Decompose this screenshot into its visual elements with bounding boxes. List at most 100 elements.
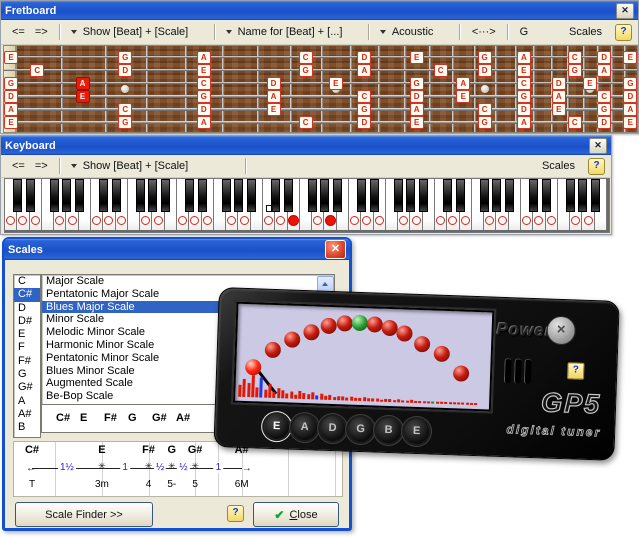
keyboard-titlebar[interactable]: Keyboard ✕ xyxy=(1,136,611,155)
black-key[interactable] xyxy=(578,179,587,212)
fret-note-marker[interactable]: D xyxy=(357,51,371,64)
black-key[interactable] xyxy=(50,179,59,212)
fret-note-marker[interactable]: C xyxy=(597,90,611,103)
fret-note-marker[interactable]: E xyxy=(267,103,281,116)
piano-keyboard[interactable] xyxy=(4,178,610,233)
fret-note-marker[interactable]: G xyxy=(517,90,531,103)
black-key[interactable] xyxy=(480,179,489,212)
root-note-item[interactable]: A# xyxy=(14,408,40,421)
root-note-item[interactable]: D# xyxy=(14,315,40,328)
fret-note-marker[interactable]: A xyxy=(517,116,531,129)
fret-note-marker[interactable]: E xyxy=(456,90,470,103)
fret-note-marker[interactable]: D xyxy=(357,116,371,129)
black-key[interactable] xyxy=(406,179,415,212)
fret-note-marker[interactable]: G xyxy=(478,51,492,64)
close-icon[interactable]: ✕ xyxy=(325,240,346,259)
fret-note-marker[interactable]: G xyxy=(410,77,424,90)
help-icon[interactable]: ? xyxy=(588,158,605,175)
fret-note-marker[interactable]: A xyxy=(197,51,211,64)
black-key[interactable] xyxy=(222,179,231,212)
span-button[interactable]: <···> xyxy=(467,24,501,40)
fret-note-marker[interactable]: D xyxy=(623,90,637,103)
black-key[interactable] xyxy=(542,179,551,212)
fret-note-marker[interactable]: E xyxy=(76,90,90,103)
black-key[interactable] xyxy=(136,179,145,212)
root-note-item[interactable]: F xyxy=(14,341,40,354)
fret-note-marker[interactable]: G xyxy=(357,103,371,116)
help-icon[interactable]: ? xyxy=(615,24,632,41)
root-note-item[interactable]: B xyxy=(14,421,40,434)
black-key[interactable] xyxy=(333,179,342,212)
fret-note-marker[interactable]: D xyxy=(478,64,492,77)
fret-note-marker[interactable]: C xyxy=(30,64,44,77)
fret-note-marker[interactable]: D xyxy=(410,90,424,103)
close-icon[interactable]: ✕ xyxy=(616,3,634,19)
fret-note-marker[interactable]: G xyxy=(478,116,492,129)
root-note-item[interactable]: C# xyxy=(14,288,40,301)
instrument-dropdown[interactable]: Acoustic xyxy=(376,24,438,40)
root-note-item[interactable]: E xyxy=(14,328,40,341)
fret-note-marker[interactable]: A xyxy=(410,103,424,116)
fret-note-marker[interactable]: E xyxy=(583,77,597,90)
black-key[interactable] xyxy=(13,179,22,212)
black-key[interactable] xyxy=(529,179,538,212)
fret-note-marker[interactable]: E xyxy=(517,64,531,77)
open-note-marker[interactable]: D xyxy=(4,90,18,103)
black-key[interactable] xyxy=(505,179,514,212)
black-key[interactable] xyxy=(394,179,403,212)
black-key[interactable] xyxy=(566,179,575,212)
black-key[interactable] xyxy=(185,179,194,212)
close-button[interactable]: ✔Close xyxy=(253,502,339,527)
scale-finder-button[interactable]: Scale Finder >> xyxy=(15,502,153,527)
fret-note-marker[interactable]: D xyxy=(597,116,611,129)
fret-note-marker[interactable]: C xyxy=(568,116,582,129)
black-key[interactable] xyxy=(591,179,600,212)
open-note-marker[interactable]: A xyxy=(4,103,18,116)
black-key[interactable] xyxy=(26,179,35,212)
close-icon[interactable]: ✕ xyxy=(589,138,607,154)
fret-note-marker[interactable]: D xyxy=(197,103,211,116)
tuner-string-button[interactable]: G xyxy=(348,417,374,443)
fret-note-marker[interactable]: C xyxy=(434,64,448,77)
fret-note-marker[interactable]: E xyxy=(410,51,424,64)
fret-note-marker[interactable]: C xyxy=(517,77,531,90)
close-icon[interactable]: × xyxy=(546,315,576,345)
fret-note-marker[interactable]: E xyxy=(329,77,343,90)
tuner-string-button[interactable]: A xyxy=(292,415,318,441)
scales-titlebar[interactable]: Scales ✕ xyxy=(4,239,350,260)
root-note-item[interactable]: C xyxy=(14,275,40,288)
fretboard-titlebar[interactable]: Fretboard ✕ xyxy=(1,1,638,20)
fret-note-marker[interactable]: D xyxy=(597,51,611,64)
fret-note-marker[interactable]: A xyxy=(197,116,211,129)
fret-note-marker[interactable]: A xyxy=(76,77,90,90)
fret-note-marker[interactable]: G xyxy=(623,77,637,90)
black-key[interactable] xyxy=(75,179,84,212)
tuner-string-button[interactable]: B xyxy=(376,418,402,444)
next-beat-button[interactable]: => xyxy=(30,24,53,40)
root-note-list[interactable]: CC#DD#EFF#GG#AA#B xyxy=(13,274,41,438)
fret-note-marker[interactable]: G xyxy=(299,64,313,77)
black-key[interactable] xyxy=(247,179,256,212)
root-note-item[interactable]: A xyxy=(14,395,40,408)
fret-note-marker[interactable]: A xyxy=(517,51,531,64)
fret-note-marker[interactable]: A xyxy=(456,77,470,90)
fret-note-marker[interactable]: A xyxy=(623,103,637,116)
fret-note-marker[interactable]: C xyxy=(357,90,371,103)
scales-button[interactable]: Scales xyxy=(537,158,580,174)
fret-note-marker[interactable]: E xyxy=(197,64,211,77)
fret-note-marker[interactable]: D xyxy=(267,77,281,90)
fret-note-marker[interactable]: G xyxy=(118,51,132,64)
fret-note-marker[interactable]: A xyxy=(597,64,611,77)
fret-note-marker[interactable]: D xyxy=(118,64,132,77)
root-note-item[interactable]: D xyxy=(14,302,40,315)
name-mode-dropdown[interactable]: Name for [Beat] + [...] xyxy=(222,24,347,40)
root-note-item[interactable]: F# xyxy=(14,355,40,368)
help-icon[interactable]: ? xyxy=(567,362,585,380)
black-key[interactable] xyxy=(357,179,366,212)
fret-note-marker[interactable]: D xyxy=(552,77,566,90)
black-key[interactable] xyxy=(161,179,170,212)
fret-note-marker[interactable]: E xyxy=(552,103,566,116)
show-mode-dropdown[interactable]: Show [Beat] + [Scale] xyxy=(67,158,192,174)
root-note-item[interactable]: G xyxy=(14,368,40,381)
tuner-string-button[interactable]: D xyxy=(320,416,346,442)
